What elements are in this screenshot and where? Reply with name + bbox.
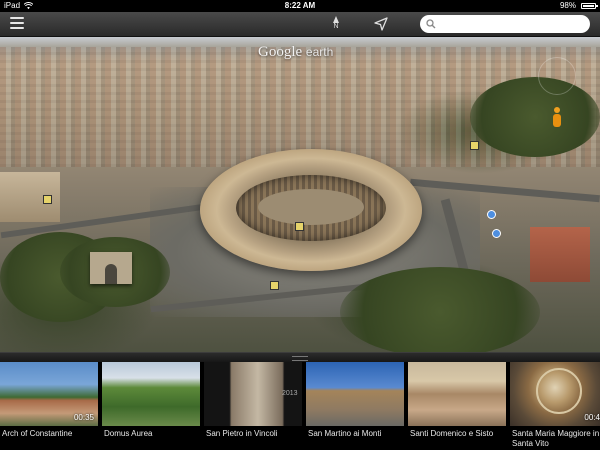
tour-card[interactable]: San Pietro in Vincoli	[204, 362, 302, 450]
tour-thumbnail	[102, 362, 200, 426]
place-marker-icon[interactable]	[43, 195, 52, 204]
trees	[470, 77, 600, 157]
tour-card[interactable]: Santi Domenico e Sisto	[408, 362, 506, 450]
tour-thumbnail	[408, 362, 506, 426]
trees	[340, 267, 540, 352]
menu-button[interactable]	[10, 17, 24, 31]
earth-map-view[interactable]: Google earth	[0, 37, 600, 352]
logo-google-text: Google	[258, 44, 303, 60]
tour-label: San Pietro in Vincoli	[206, 429, 278, 438]
google-earth-logo: Google earth	[258, 44, 333, 61]
battery-icon	[581, 3, 598, 9]
search-box[interactable]	[420, 15, 590, 33]
logo-earth-text: earth	[305, 45, 334, 59]
hamburger-icon	[10, 17, 24, 19]
search-icon	[426, 19, 436, 29]
info-marker-icon[interactable]	[492, 229, 501, 238]
tour-card[interactable]: Domus Aurea	[102, 362, 200, 450]
street-view-pegman-icon[interactable]	[552, 107, 561, 127]
status-bar: iPad 8:22 AM 98%	[0, 0, 600, 12]
info-marker-icon[interactable]	[487, 210, 496, 219]
tour-label: Arch of Constantine	[2, 429, 73, 438]
tour-card[interactable]: 00:4 Santa Maria Maggiore in Santa Vito	[510, 362, 600, 450]
clock: 8:22 AM	[284, 1, 316, 10]
compass-north-button[interactable]: N	[328, 15, 344, 33]
copyright-text: 2013	[282, 390, 298, 397]
tour-card[interactable]: 00:35 Arch of Constantine	[0, 362, 98, 450]
my-location-button[interactable]	[374, 17, 388, 31]
battery-percent: 98%	[559, 1, 576, 10]
arch-of-constantine-model[interactable]	[90, 252, 132, 284]
tour-card[interactable]: San Martino ai Monti	[306, 362, 404, 450]
tour-label: Santa Maria Maggiore in Santa Vito	[512, 429, 600, 448]
tour-label: San Martino ai Monti	[308, 429, 382, 438]
drawer-grabber-icon	[292, 356, 308, 361]
tour-label: Santi Domenico e Sisto	[410, 429, 494, 438]
place-marker-icon[interactable]	[270, 281, 279, 290]
location-arrow-icon	[374, 17, 388, 31]
tour-duration: 00:35	[73, 413, 94, 422]
tour-thumbnail	[306, 362, 404, 426]
compass-ring-control[interactable]	[538, 57, 576, 95]
colosseum-model[interactable]	[200, 149, 422, 271]
toolbar: N	[0, 12, 600, 37]
place-marker-icon[interactable]	[470, 141, 479, 150]
colosseum-arena	[258, 189, 364, 225]
north-arrow-icon	[333, 16, 339, 23]
tour-duration: 00:4	[584, 413, 600, 422]
search-input[interactable]	[438, 17, 583, 31]
north-label: N	[333, 23, 339, 30]
building	[530, 227, 590, 282]
place-marker-icon[interactable]	[295, 222, 304, 231]
tour-label: Domus Aurea	[104, 429, 153, 438]
